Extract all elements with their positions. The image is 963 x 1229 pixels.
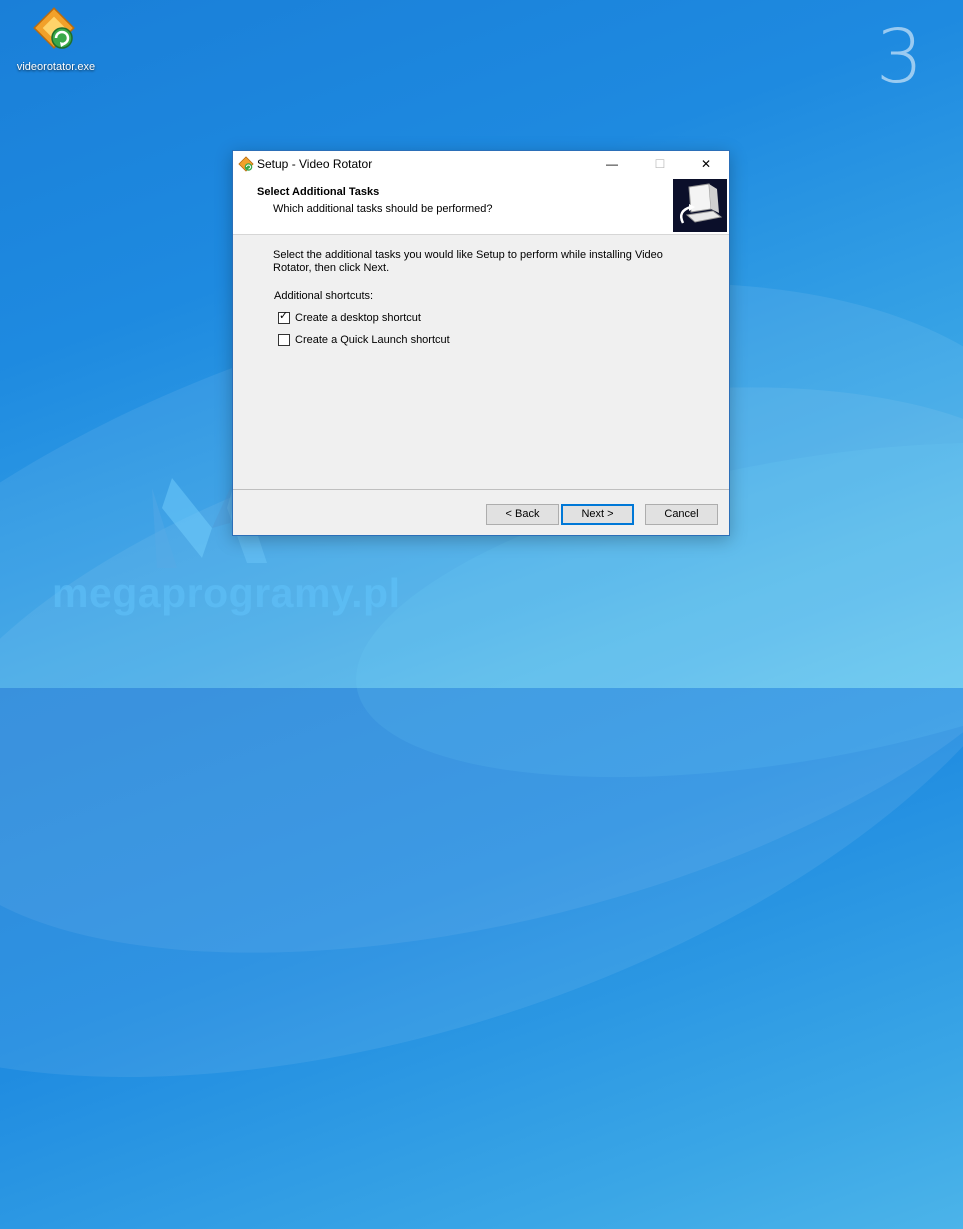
task-quicklaunch-shortcut[interactable]: Create a Quick Launch shortcut (278, 332, 450, 348)
quicklaunch-shortcut-label[interactable]: Create a Quick Launch shortcut (295, 334, 450, 346)
wizard-header: Select Additional Tasks Which additional… (233, 177, 729, 235)
shortcuts-group-label: Additional shortcuts: (274, 290, 374, 302)
minimize-button[interactable]: — (589, 151, 635, 177)
footer-divider (233, 489, 729, 490)
desktop-shortcut-label[interactable]: Create a desktop shortcut (295, 312, 421, 324)
setup-window: Setup - Video Rotator — ☐ ✕ Select Addit… (232, 150, 730, 536)
desktop-shortcut-checkbox[interactable]: ✓ (278, 310, 290, 324)
setup-app-icon (238, 156, 254, 172)
desktop-icon-label: videorotator.exe (16, 61, 96, 73)
videorotator-app-icon (33, 7, 75, 49)
page-title: Select Additional Tasks (257, 186, 380, 198)
desktop-icon-videorotator[interactable]: videorotator.exe (8, 6, 104, 73)
instructions-text: Select the additional tasks you would li… (273, 249, 663, 274)
cancel-button[interactable]: Cancel (645, 504, 718, 525)
page-subtitle: Which additional tasks should be perform… (273, 203, 493, 215)
back-button[interactable]: < Back (486, 504, 559, 525)
task-desktop-shortcut[interactable]: ✓ Create a desktop shortcut (278, 310, 421, 326)
slide-number: 3 (876, 14, 924, 100)
checkmark-icon: ✓ (279, 310, 289, 322)
maximize-button[interactable]: ☐ (637, 151, 683, 177)
close-button[interactable]: ✕ (683, 151, 729, 177)
next-button[interactable]: Next > (561, 504, 634, 525)
quicklaunch-shortcut-checkbox[interactable] (278, 334, 290, 346)
wizard-computer-icon (673, 179, 727, 232)
watermark-text: megaprogramy.pl (52, 570, 401, 616)
window-title: Setup - Video Rotator (257, 157, 373, 171)
title-bar[interactable]: Setup - Video Rotator — ☐ ✕ (233, 151, 729, 177)
